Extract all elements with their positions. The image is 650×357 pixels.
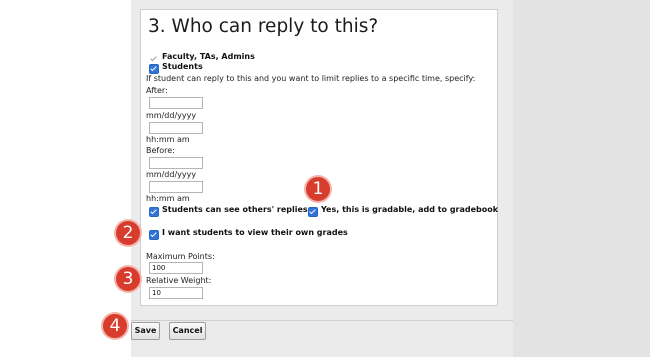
callout-marker-1: 1 [306, 177, 330, 201]
see-others-label: Students can see others' replies [162, 205, 308, 214]
limit-instructions: If student can reply to this and you wan… [146, 74, 476, 83]
callout-marker-3: 3 [116, 267, 140, 291]
save-button[interactable]: Save [131, 322, 160, 340]
after-time-input[interactable] [149, 122, 203, 134]
weight-label: Relative Weight: [146, 276, 212, 285]
after-label: After: [146, 86, 168, 95]
view-grades-label: I want students to view their own grades [162, 228, 348, 237]
max-points-label: Maximum Points: [146, 252, 215, 261]
max-points-input[interactable] [149, 262, 203, 274]
after-date-hint: mm/dd/yyyy [146, 111, 197, 120]
gradable-label: Yes, this is gradable, add to gradebook [321, 205, 499, 214]
faculty-checkbox [149, 54, 159, 64]
see-others-checkbox[interactable] [149, 207, 159, 217]
callout-marker-2: 2 [116, 221, 140, 245]
students-label: Students [162, 62, 203, 71]
cancel-button[interactable]: Cancel [169, 322, 206, 340]
before-label: Before: [146, 146, 175, 155]
before-date-hint: mm/dd/yyyy [146, 170, 197, 179]
before-date-input[interactable] [149, 157, 203, 169]
gradable-checkbox[interactable] [308, 207, 318, 217]
students-checkbox[interactable] [149, 64, 159, 74]
section-title: 3. Who can reply to this? [148, 16, 379, 37]
view-grades-checkbox[interactable] [149, 230, 159, 240]
before-time-hint: hh:mm am [146, 194, 190, 203]
faculty-label: Faculty, TAs, Admins [162, 52, 255, 61]
right-gutter [513, 0, 650, 357]
divider [131, 320, 513, 321]
callout-marker-4: 4 [103, 314, 127, 338]
weight-input[interactable] [149, 287, 203, 299]
before-time-input[interactable] [149, 181, 203, 193]
after-date-input[interactable] [149, 97, 203, 109]
after-time-hint: hh:mm am [146, 135, 190, 144]
